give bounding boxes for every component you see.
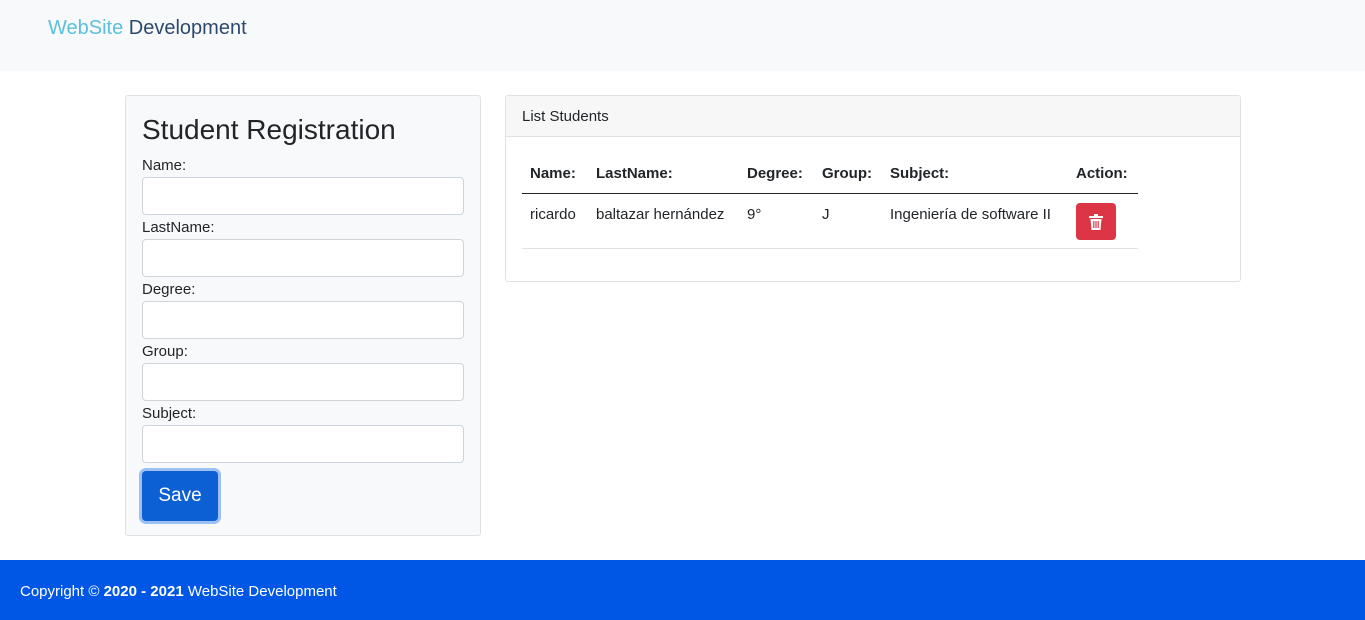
footer-years: 2020 - 2021 xyxy=(103,583,184,600)
list-students-card: List Students Name: LastName: Degree: Gr… xyxy=(505,95,1241,282)
delete-button[interactable] xyxy=(1076,203,1116,240)
navbar: WebSite Development xyxy=(0,0,1365,71)
cell-subject: Ingeniería de software II xyxy=(890,206,1051,223)
lastname-input[interactable] xyxy=(142,239,464,277)
trash-icon xyxy=(1089,213,1103,230)
group-input[interactable] xyxy=(142,363,464,401)
cell-degree: 9° xyxy=(747,206,762,223)
footer-copyright: Copyright © 2020 - 2021 WebSite Developm… xyxy=(20,583,337,601)
footer-prefix: Copyright © xyxy=(20,583,104,600)
save-button[interactable]: Save xyxy=(142,471,218,521)
footer-suffix: WebSite Development xyxy=(183,583,337,600)
column-header-degree: Degree: xyxy=(747,165,803,182)
brand-part1: WebSite xyxy=(48,17,124,39)
name-input[interactable] xyxy=(142,177,464,215)
column-header-name: Name: xyxy=(530,165,576,182)
degree-label: Degree: xyxy=(142,281,196,298)
list-header: List Students xyxy=(506,96,1240,137)
registration-title: Student Registration xyxy=(142,114,396,145)
column-header-lastname: LastName: xyxy=(596,165,673,182)
subject-input[interactable] xyxy=(142,425,464,463)
brand-link[interactable]: WebSite Development xyxy=(48,16,247,40)
column-header-subject: Subject: xyxy=(890,165,950,182)
subject-label: Subject: xyxy=(142,405,197,422)
header-divider xyxy=(522,193,1138,194)
degree-input[interactable] xyxy=(142,301,464,339)
registration-card: Student Registration Name: LastName: Deg… xyxy=(125,95,481,536)
list-title: List Students xyxy=(522,108,609,125)
column-header-action: Action: xyxy=(1076,165,1128,182)
group-label: Group: xyxy=(142,343,188,360)
brand-part2: Development xyxy=(123,17,247,39)
name-label: Name: xyxy=(142,157,187,174)
lastname-label: LastName: xyxy=(142,219,215,236)
column-header-group: Group: xyxy=(822,165,872,182)
cell-lastname: baltazar hernández xyxy=(596,206,725,223)
footer: Copyright © 2020 - 2021 WebSite Developm… xyxy=(0,560,1365,620)
row-divider xyxy=(522,248,1138,249)
cell-group: J xyxy=(822,206,830,223)
cell-name: ricardo xyxy=(530,206,576,223)
